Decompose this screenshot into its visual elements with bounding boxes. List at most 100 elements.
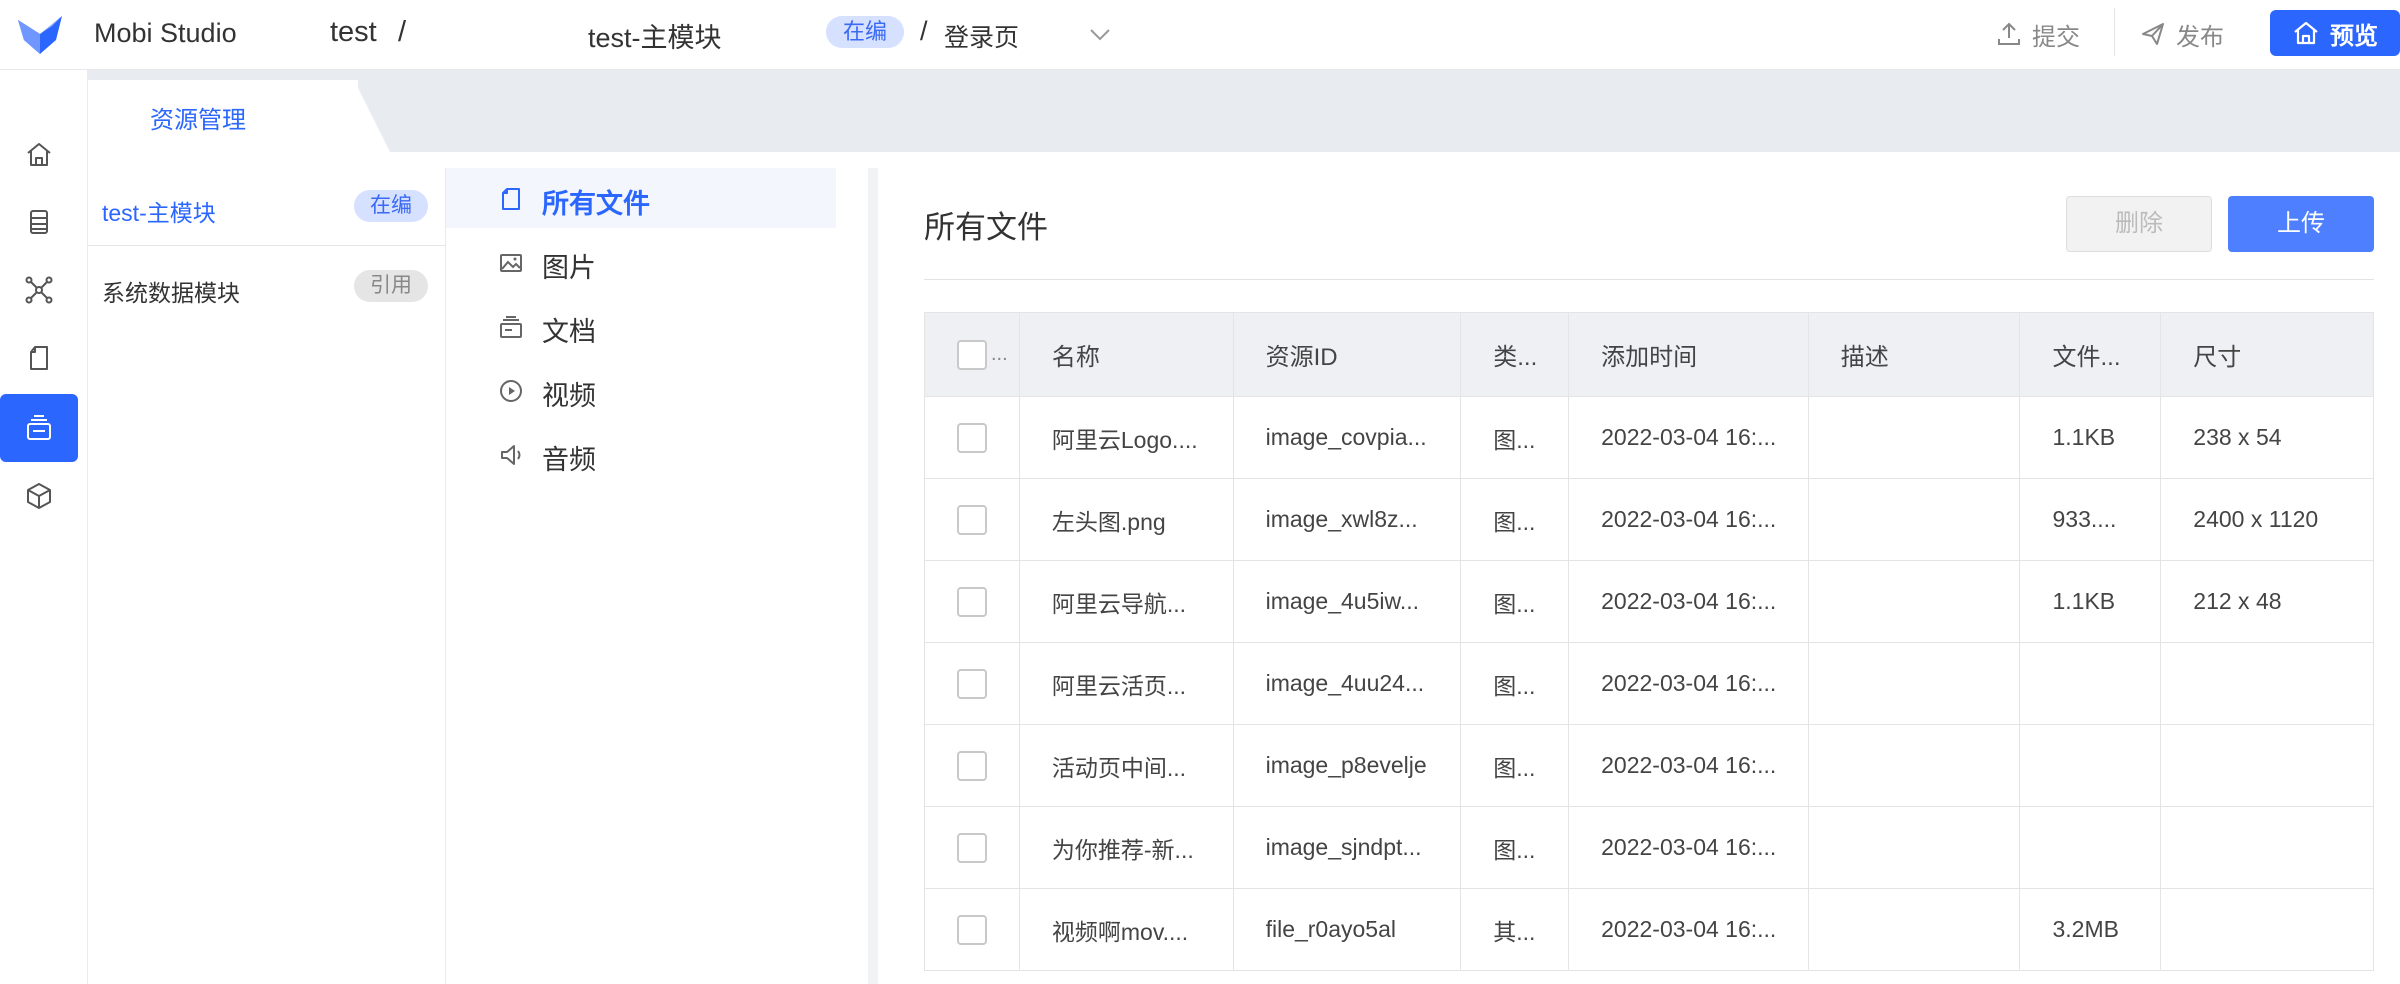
cell-type: 图... <box>1461 725 1570 806</box>
row-select-cell <box>925 725 1020 806</box>
cell-file-size <box>2020 807 2162 888</box>
image-icon <box>500 254 522 272</box>
cell-name: 视频啊mov.... <box>1020 889 1234 970</box>
module-badge: 引用 <box>354 270 428 302</box>
top-bar: Mobi Studio test / test-主模块 在编 / 登录页 提交 … <box>0 0 2400 70</box>
row-checkbox[interactable] <box>957 832 987 863</box>
cell-file-size: 933.... <box>2020 479 2162 560</box>
cell-added-time: 2022-03-04 16:... <box>1569 479 1809 560</box>
row-checkbox[interactable] <box>957 504 987 535</box>
cell-file-size <box>2020 643 2162 724</box>
table-body: 阿里云Logo.... image_covpia... 图... 2022-03-04… <box>925 397 2373 971</box>
category-list: 所有文件 图片 文档 视频 音频 <box>446 168 878 984</box>
resource-icon <box>27 415 51 440</box>
row-checkbox[interactable] <box>957 668 987 699</box>
table-row[interactable]: 阿里云活页... image_4uu24... 图... 2022-03-04 16:… <box>925 643 2373 725</box>
cell-resource-id: image_xwl8z... <box>1234 479 1462 560</box>
category-label: 文档 <box>542 317 596 347</box>
column-header-file-size[interactable]: 文件... <box>2020 313 2162 396</box>
cell-type: 图... <box>1461 397 1570 478</box>
publish-button[interactable]: 发布 <box>2140 16 2224 52</box>
cell-resource-id: image_covpia... <box>1234 397 1462 478</box>
upload-button[interactable]: 上传 <box>2228 196 2374 252</box>
cell-name: 阿里云导航... <box>1020 561 1234 642</box>
cell-file-size <box>2020 725 2162 806</box>
table-row[interactable]: 阿里云导航... image_4u5iw... 图... 2022-03-04 16:… <box>925 561 2373 643</box>
row-checkbox[interactable] <box>957 422 987 453</box>
nav-components[interactable] <box>0 462 78 530</box>
cell-description <box>1809 479 2021 560</box>
cell-name: 为你推荐-新... <box>1020 807 1234 888</box>
column-header-type[interactable]: 类... <box>1461 313 1570 396</box>
module-item-system-data[interactable]: 系统数据模块 引用 <box>88 248 446 326</box>
project-name[interactable]: test <box>330 16 377 49</box>
cell-type: 其... <box>1461 889 1570 970</box>
row-checkbox[interactable] <box>957 586 987 617</box>
row-checkbox[interactable] <box>957 750 987 781</box>
delete-button[interactable]: 删除 <box>2066 196 2212 252</box>
nav-pages[interactable] <box>0 324 78 392</box>
mobi-logo-icon[interactable] <box>16 14 64 56</box>
left-nav-rail <box>0 70 88 984</box>
cell-file-size: 1.1KB <box>2020 397 2162 478</box>
module-label: 系统数据模块 <box>102 280 240 306</box>
nav-logic[interactable] <box>0 256 78 324</box>
cell-file-size: 3.2MB <box>2020 889 2162 970</box>
module-name[interactable]: test-主模块 <box>588 16 722 55</box>
category-videos[interactable]: 视频 <box>446 360 836 420</box>
category-audio[interactable]: 音频 <box>446 424 836 484</box>
chevron-down-icon[interactable] <box>1088 22 1112 46</box>
cell-description <box>1809 807 2021 888</box>
table-row[interactable]: 视频啊mov.... file_r0ayo5al 其... 2022-03-04 16… <box>925 889 2373 971</box>
column-header-description[interactable]: 描述 <box>1809 313 2021 396</box>
row-checkbox[interactable] <box>957 914 987 945</box>
category-all-files[interactable]: 所有文件 <box>446 168 836 228</box>
module-item-main[interactable]: test-主模块 在编 <box>88 168 446 246</box>
cell-added-time: 2022-03-04 16:... <box>1569 725 1809 806</box>
nav-data[interactable] <box>0 188 78 256</box>
cell-dimensions <box>2161 807 2373 888</box>
cell-type: 图... <box>1461 643 1570 724</box>
preview-button[interactable]: 预览 <box>2270 10 2400 56</box>
row-select-cell <box>925 479 1020 560</box>
column-header-added-time[interactable]: 添加时间 <box>1569 313 1809 396</box>
nav-home[interactable] <box>0 120 78 188</box>
tab-strip: 资源管理 <box>88 70 2400 152</box>
select-all-checkbox[interactable] <box>957 339 987 370</box>
cell-resource-id: image_4u5iw... <box>1234 561 1462 642</box>
document-icon <box>500 316 522 338</box>
column-header-dimensions[interactable]: 尺寸 <box>2161 313 2373 396</box>
submit-button[interactable]: 提交 <box>1996 16 2080 52</box>
cell-name: 左头图.png <box>1020 479 1234 560</box>
page-separator: / <box>920 16 928 46</box>
table-row[interactable]: 为你推荐-新... image_sjndpt... 图... 2022-03-04 1… <box>925 807 2373 889</box>
tab-slope <box>354 80 390 152</box>
cube-icon <box>27 483 51 509</box>
category-label: 图片 <box>542 253 596 283</box>
nav-resources[interactable] <box>0 394 78 462</box>
category-documents[interactable]: 文档 <box>446 296 836 356</box>
submit-label: 提交 <box>2032 23 2080 51</box>
cell-added-time: 2022-03-04 16:... <box>1569 889 1809 970</box>
table-header-row: ... 名称 资源ID 类... 添加时间 描述 文件... 尺寸 <box>925 313 2373 397</box>
category-images[interactable]: 图片 <box>446 232 836 292</box>
cell-added-time: 2022-03-04 16:... <box>1569 807 1809 888</box>
select-all-cell: ... <box>925 313 1020 396</box>
nodes-icon <box>25 276 53 304</box>
row-select-cell <box>925 397 1020 478</box>
cell-type: 图... <box>1461 561 1570 642</box>
category-label: 视频 <box>542 381 596 411</box>
table-row[interactable]: 阿里云Logo.... image_covpia... 图... 2022-03-04… <box>925 397 2373 479</box>
table-row[interactable]: 活动页中间... image_p8evelje 图... 2022-03-04 16:… <box>925 725 2373 807</box>
cell-resource-id: image_4uu24... <box>1234 643 1462 724</box>
page-name[interactable]: 登录页 <box>944 18 1019 54</box>
cell-description <box>1809 889 2021 970</box>
cell-resource-id: file_r0ayo5al <box>1234 889 1462 970</box>
table-row[interactable]: 左头图.png image_xwl8z... 图... 2022-03-04 16:.… <box>925 479 2373 561</box>
cell-added-time: 2022-03-04 16:... <box>1569 643 1809 724</box>
cell-added-time: 2022-03-04 16:... <box>1569 397 1809 478</box>
column-header-name[interactable]: 名称 <box>1020 313 1234 396</box>
column-header-resource-id[interactable]: 资源ID <box>1234 313 1462 396</box>
cell-dimensions: 212 x 48 <box>2193 588 2282 614</box>
cell-added-time: 2022-03-04 16:... <box>1569 561 1809 642</box>
